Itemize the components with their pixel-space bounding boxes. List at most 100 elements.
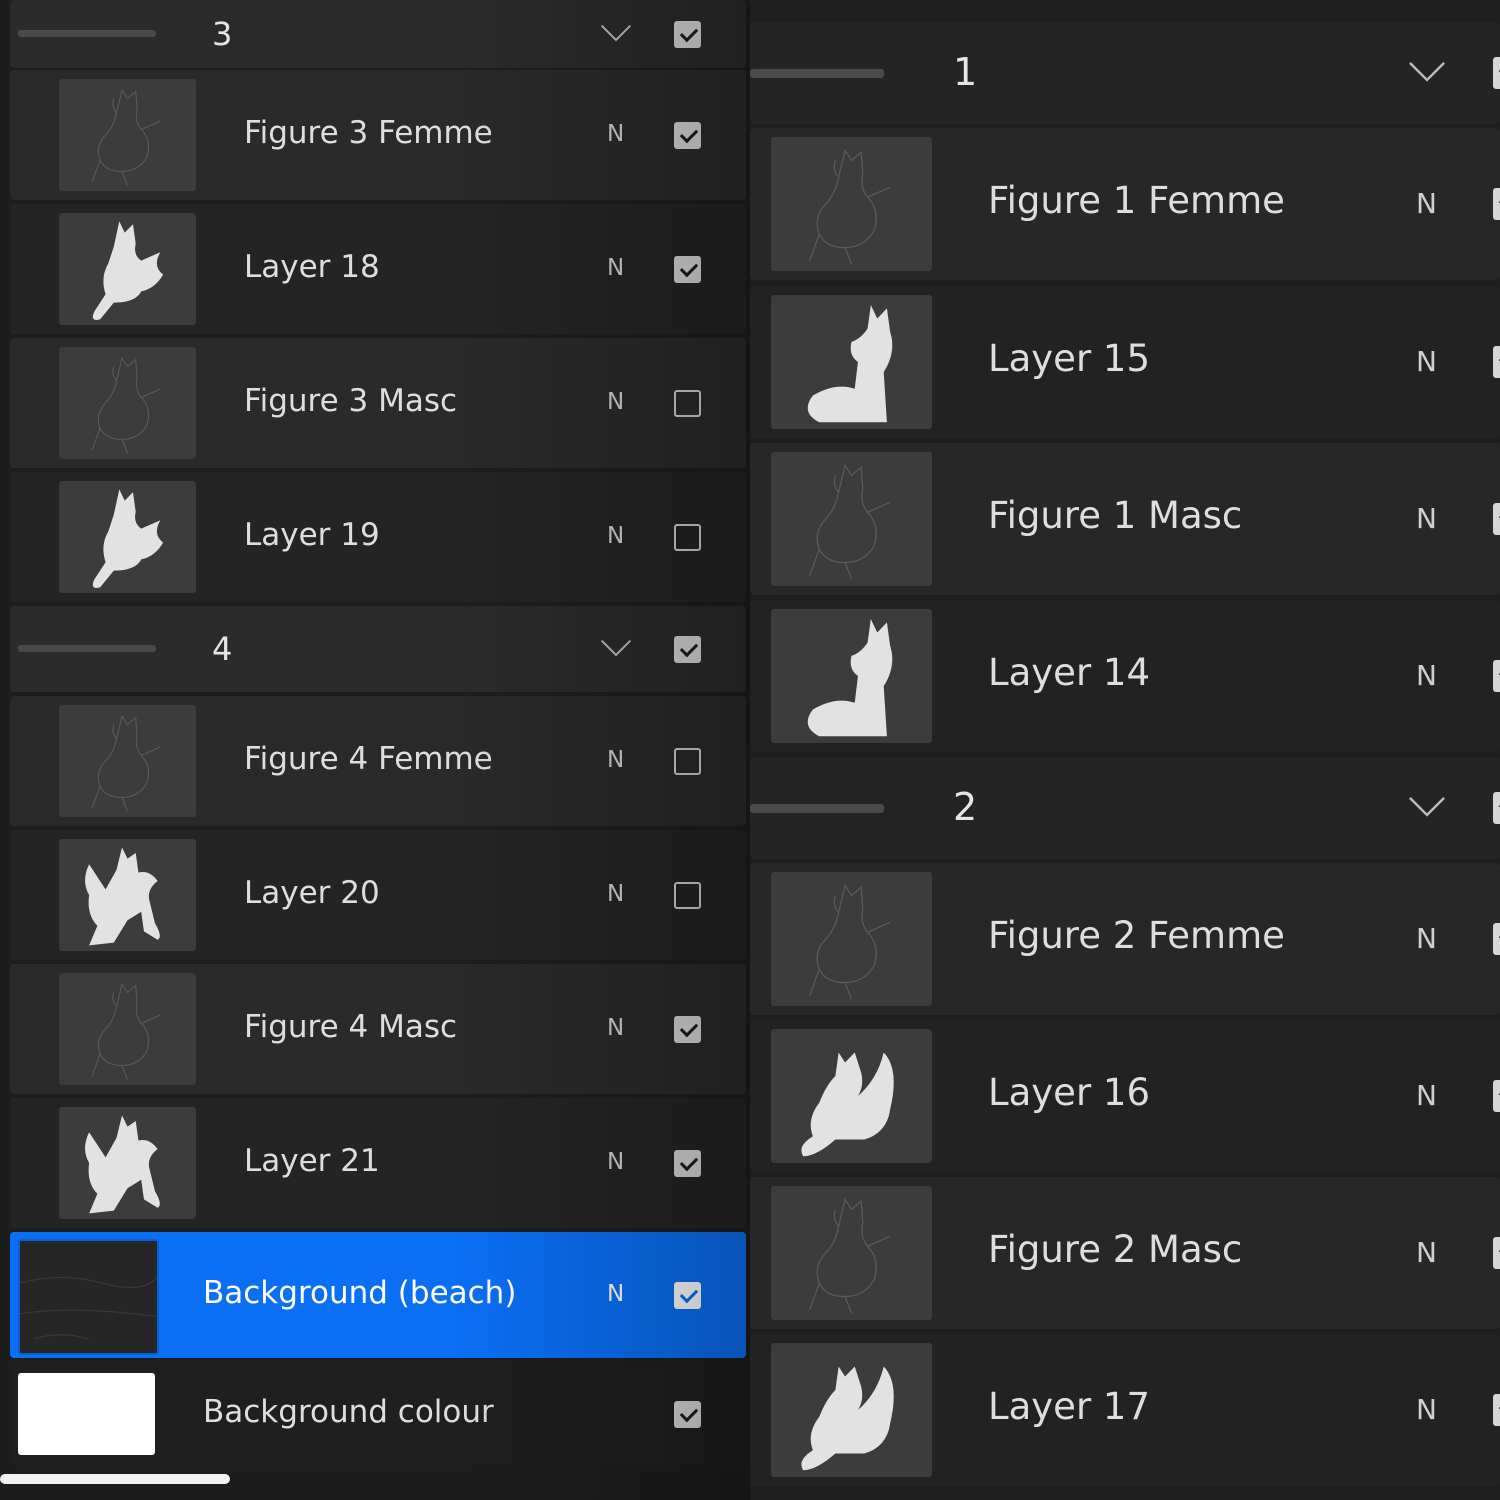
blend-mode-button[interactable]: N [1416,1393,1437,1426]
blend-mode-button[interactable]: N [607,747,624,773]
layer-visibility-checkbox[interactable] [674,256,701,283]
layer-visibility-checkbox[interactable] [674,882,701,909]
layer-thumbnail[interactable] [771,295,932,429]
chevron-down-icon[interactable] [1408,61,1446,82]
group-drag-handle[interactable] [750,69,884,78]
blend-mode-button[interactable]: N [1416,1236,1437,1269]
home-indicator[interactable] [0,1474,230,1484]
group-visibility-checkbox[interactable] [1493,792,1500,824]
group-name: 4 [212,630,233,668]
layer-row[interactable]: Layer 19 N [10,472,746,602]
blend-mode-button[interactable]: N [607,1149,624,1175]
layer-visibility-checkbox[interactable] [674,390,701,417]
layer-row[interactable]: Layer 20 N [10,830,746,960]
layer-row[interactable]: Figure 2 Femme N [750,863,1500,1015]
layer-visibility-checkbox[interactable] [674,1282,701,1309]
layer-visibility-checkbox[interactable] [1493,660,1500,692]
chevron-down-icon[interactable] [600,639,632,657]
layer-row[interactable]: Layer 15 N [750,286,1500,438]
layer-name: Background (beach) [203,1275,517,1311]
layer-visibility-checkbox[interactable] [1493,1394,1500,1426]
layer-thumbnail[interactable] [59,347,196,459]
layer-visibility-checkbox[interactable] [1493,1237,1500,1269]
layer-visibility-checkbox[interactable] [1493,1080,1500,1112]
layer-visibility-checkbox[interactable] [674,1401,701,1428]
layer-thumbnail[interactable] [771,1029,932,1163]
layer-thumbnail[interactable] [59,481,196,593]
layer-row[interactable]: Layer 18 N [10,204,746,334]
layer-group-3[interactable]: 3 [10,0,746,68]
layer-thumbnail[interactable] [18,1373,155,1455]
group-visibility-checkbox[interactable] [1493,57,1500,89]
layers-panel-right: 1 Figure 1 Femme N Layer 15 N Figure 1 Masc N L… [750,0,1500,1500]
layer-name: Layer 16 [988,1071,1151,1114]
blend-mode-button[interactable]: N [1416,502,1437,535]
layer-row[interactable]: Layer 16 N [750,1020,1500,1172]
layer-row[interactable]: Figure 1 Masc N [750,443,1500,595]
layer-name: Figure 1 Femme [988,179,1285,222]
blend-mode-button[interactable]: N [1416,659,1437,692]
group-drag-handle[interactable] [18,30,156,37]
layer-thumbnail[interactable] [771,1343,932,1477]
layer-visibility-checkbox[interactable] [1493,923,1500,955]
layer-thumbnail[interactable] [18,1239,159,1355]
layer-thumbnail[interactable] [59,839,196,951]
layer-group-4[interactable]: 4 [10,606,746,692]
chevron-down-icon[interactable] [1408,796,1446,817]
chevron-down-icon[interactable] [600,24,632,42]
layer-row[interactable]: Layer 21 N [10,1098,746,1228]
layer-visibility-checkbox[interactable] [674,1150,701,1177]
group-visibility-checkbox[interactable] [674,636,701,663]
blend-mode-button[interactable]: N [1416,1079,1437,1112]
layer-thumbnail[interactable] [771,1186,932,1320]
layer-row[interactable]: Layer 17 N [750,1334,1500,1486]
layer-thumbnail[interactable] [771,137,932,271]
layer-visibility-checkbox[interactable] [674,748,701,775]
layer-visibility-checkbox[interactable] [674,524,701,551]
blend-mode-button[interactable]: N [607,1281,624,1307]
layer-row[interactable]: Figure 2 Masc N [750,1177,1500,1329]
blend-mode-button[interactable]: N [1416,922,1437,955]
layer-thumbnail[interactable] [771,609,932,743]
layer-visibility-checkbox[interactable] [674,1016,701,1043]
layer-visibility-checkbox[interactable] [1493,503,1500,535]
layer-visibility-checkbox[interactable] [674,122,701,149]
blend-mode-button[interactable]: N [607,1015,624,1041]
layer-thumbnail[interactable] [59,79,196,191]
layer-name: Figure 3 Masc [244,383,458,419]
layer-thumbnail[interactable] [59,213,196,325]
layer-name: Figure 4 Femme [244,741,493,777]
layer-name: Layer 20 [244,875,380,911]
layer-group-1[interactable]: 1 [750,22,1500,124]
group-visibility-checkbox[interactable] [674,21,701,48]
layer-row[interactable]: Background (beach) N [10,1232,746,1358]
layer-thumbnail[interactable] [771,872,932,1006]
layer-visibility-checkbox[interactable] [1493,188,1500,220]
layer-row[interactable]: Figure 4 Femme N [10,696,746,826]
layer-row[interactable]: Layer 14 N [750,600,1500,752]
layer-row[interactable]: Figure 3 Femme N [10,70,746,200]
layer-row[interactable]: Figure 1 Femme N [750,128,1500,280]
layer-name: Figure 3 Femme [244,115,493,151]
layer-row[interactable]: Figure 4 Masc N [10,964,746,1094]
layer-name: Layer 17 [988,1385,1151,1428]
blend-mode-button[interactable]: N [607,523,624,549]
layer-thumbnail[interactable] [59,973,196,1085]
layer-thumbnail[interactable] [59,705,196,817]
layer-thumbnail[interactable] [771,452,932,586]
blend-mode-button[interactable]: N [607,255,624,281]
group-drag-handle[interactable] [18,645,156,652]
layer-group-2[interactable]: 2 [750,757,1500,859]
layer-visibility-checkbox[interactable] [1493,346,1500,378]
group-drag-handle[interactable] [750,804,884,813]
layer-row[interactable]: Figure 3 Masc N [10,338,746,468]
layer-thumbnail[interactable] [59,1107,196,1219]
blend-mode-button[interactable]: N [607,121,624,147]
blend-mode-button[interactable]: N [1416,345,1437,378]
layer-row[interactable]: Background colour [10,1362,746,1466]
layer-name: Figure 2 Masc [988,1228,1243,1271]
layer-name: Layer 15 [988,337,1151,380]
blend-mode-button[interactable]: N [607,881,624,907]
blend-mode-button[interactable]: N [1416,187,1437,220]
blend-mode-button[interactable]: N [607,389,624,415]
